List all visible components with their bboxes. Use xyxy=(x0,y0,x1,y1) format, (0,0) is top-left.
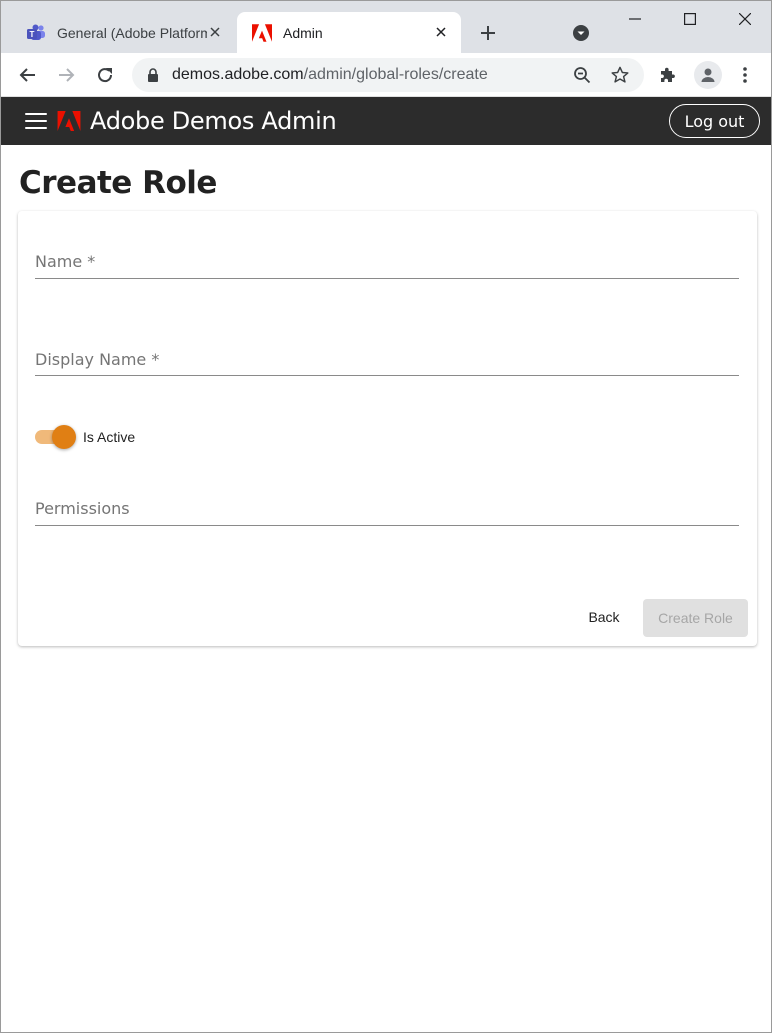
permissions-field-underline xyxy=(35,525,739,526)
name-input[interactable] xyxy=(35,249,739,277)
url-text: demos.adobe.com/admin/global-roles/creat… xyxy=(172,66,488,84)
teams-icon: T xyxy=(25,22,47,44)
address-bar[interactable]: demos.adobe.com/admin/global-roles/creat… xyxy=(132,58,644,92)
name-field-underline xyxy=(35,278,739,279)
tab-admin[interactable]: Admin xyxy=(237,12,461,53)
hamburger-bar xyxy=(25,113,47,115)
url-host: demos.adobe.com xyxy=(172,66,304,83)
back-arrow-icon[interactable] xyxy=(14,61,42,89)
svg-text:T: T xyxy=(30,30,35,39)
browser-toolbar: demos.adobe.com/admin/global-roles/creat… xyxy=(1,53,771,97)
is-active-toggle-row: Is Active xyxy=(35,425,135,449)
maximize-icon[interactable] xyxy=(676,7,704,31)
display-name-input[interactable] xyxy=(35,347,739,375)
kebab-menu-icon[interactable] xyxy=(735,63,755,87)
back-button[interactable]: Back xyxy=(579,599,629,635)
logout-button[interactable]: Log out xyxy=(669,104,760,138)
adobe-logo-icon xyxy=(57,111,81,131)
is-active-label: Is Active xyxy=(83,429,136,445)
app-title: Adobe Demos Admin xyxy=(90,107,337,135)
toggle-thumb[interactable] xyxy=(52,425,76,449)
display-name-field[interactable]: Display Name * xyxy=(35,347,739,377)
window-close-icon[interactable] xyxy=(731,7,759,31)
hamburger-bar xyxy=(25,120,47,122)
minimize-icon[interactable] xyxy=(621,7,649,31)
name-field[interactable]: Name * xyxy=(35,249,739,279)
app-header: Adobe Demos Admin Log out xyxy=(1,97,771,145)
create-role-form-card: Name * Display Name * Is Active Permissi… xyxy=(18,211,757,646)
permissions-input[interactable] xyxy=(35,496,739,524)
reload-icon[interactable] xyxy=(91,61,119,89)
tab-title: General (Adobe Platform xyxy=(57,24,207,41)
forward-arrow-icon[interactable] xyxy=(52,61,80,89)
browser-tab-strip: T General (Adobe Platform Admin xyxy=(1,1,771,53)
hamburger-menu-icon[interactable] xyxy=(25,111,47,131)
close-icon[interactable] xyxy=(431,22,451,42)
url-path: /admin/global-roles/create xyxy=(303,66,488,83)
profile-avatar-icon[interactable] xyxy=(694,61,722,89)
plus-icon[interactable] xyxy=(475,20,501,46)
is-active-toggle[interactable] xyxy=(35,425,76,449)
create-role-button[interactable]: Create Role xyxy=(643,599,748,637)
display-name-field-underline xyxy=(35,375,739,376)
lock-icon xyxy=(146,67,160,83)
star-icon[interactable] xyxy=(608,63,632,87)
hamburger-bar xyxy=(25,127,47,129)
page-title: Create Role xyxy=(19,165,217,201)
tab-search-icon[interactable] xyxy=(569,21,593,45)
tab-title: Admin xyxy=(283,24,323,41)
close-icon[interactable] xyxy=(205,22,225,42)
adobe-icon xyxy=(251,22,273,44)
extensions-puzzle-icon[interactable] xyxy=(656,63,680,87)
zoom-icon[interactable] xyxy=(570,63,594,87)
permissions-field[interactable]: Permissions xyxy=(35,496,739,526)
tab-teams[interactable]: T General (Adobe Platform xyxy=(11,12,235,53)
